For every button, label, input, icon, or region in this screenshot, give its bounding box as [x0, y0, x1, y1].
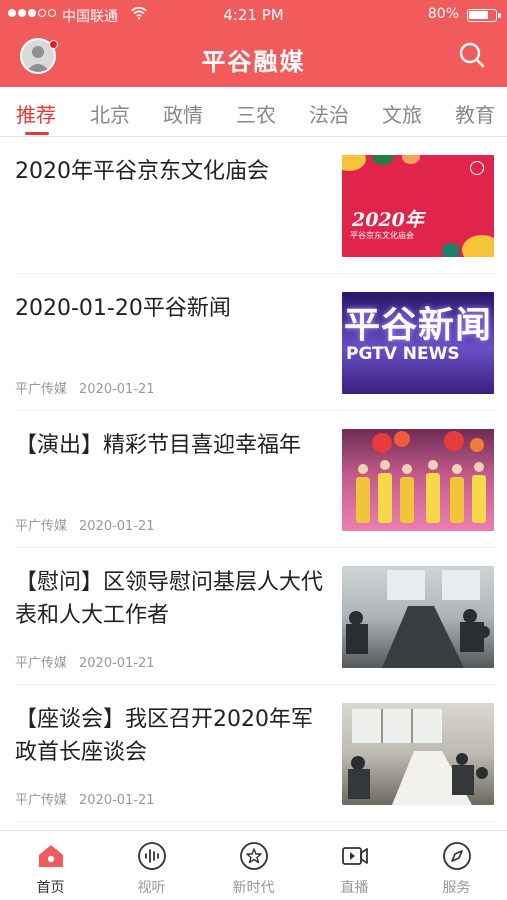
tab-agriculture[interactable]: 三农: [236, 99, 276, 128]
audio-icon: [138, 842, 166, 870]
news-item[interactable]: 2020年平谷京东文化庙会 2020年 平谷京东文化庙会: [0, 137, 507, 274]
news-item[interactable]: 【慰问】区领导慰问基层人大代表和人大工作者 平广传媒 2020-01-21: [0, 548, 507, 685]
nav-label: 服务: [442, 880, 471, 896]
news-source: 平广传媒: [15, 793, 68, 808]
bottom-nav: 首页 视听 新时代 直播 服务: [0, 830, 507, 900]
search-icon[interactable]: [457, 40, 487, 70]
app-header: 中国联通 4:21 PM 80% 平谷融媒: [0, 0, 507, 87]
thumb-subcaption: PGTV NEWS: [346, 344, 460, 364]
logo-icon: [470, 161, 484, 175]
news-title: 2020年平谷京东文化庙会: [15, 159, 269, 184]
news-source: 平广传媒: [15, 656, 68, 671]
tab-active-indicator: [25, 132, 49, 135]
star-icon: [240, 842, 268, 870]
news-thumbnail: [342, 566, 494, 668]
meeting-photo: [346, 570, 490, 668]
status-bar: 中国联通 4:21 PM 80%: [0, 0, 507, 32]
news-item[interactable]: 【座谈会】我区召开2020年军政首长座谈会 平广传媒 2020-01-21: [0, 685, 507, 822]
news-title: 【座谈会】我区召开2020年军政首长座谈会: [15, 707, 313, 765]
tab-law[interactable]: 法治: [309, 99, 349, 128]
tab-politics[interactable]: 政情: [163, 99, 203, 128]
news-item[interactable]: 【演出】精彩节目喜迎幸福年 平广传媒 2020-01-21: [0, 411, 507, 548]
page-title: 平谷融媒: [201, 48, 306, 76]
tab-recommend[interactable]: 推荐: [16, 99, 56, 128]
news-title: 【慰问】区领导慰问基层人大代表和人大工作者: [15, 570, 324, 628]
nav-new-era[interactable]: 新时代: [203, 831, 304, 900]
news-thumbnail: [342, 703, 494, 805]
news-meta: 平广传媒 2020-01-21: [15, 515, 155, 534]
meeting-photo: [348, 709, 488, 805]
news-thumbnail: 平谷新闻 PGTV NEWS: [342, 292, 494, 394]
nav-services[interactable]: 服务: [406, 831, 507, 900]
tab-culture-travel[interactable]: 文旅: [382, 99, 422, 128]
performance-photo: [356, 431, 486, 523]
news-title: 2020-01-20平谷新闻: [15, 296, 231, 321]
home-icon: [39, 845, 63, 867]
nav-label: 首页: [36, 880, 65, 896]
nav-live[interactable]: 直播: [304, 831, 405, 900]
live-video-icon: [342, 847, 368, 865]
news-thumbnail: [342, 429, 494, 531]
thumb-caption: 平谷新闻: [344, 305, 493, 346]
news-title: 【演出】精彩节目喜迎幸福年: [15, 433, 302, 458]
nav-home[interactable]: 首页: [0, 831, 101, 900]
thumb-caption: 2020年: [352, 209, 424, 231]
news-source: 平广传媒: [15, 382, 68, 397]
news-date: 2020-01-21: [79, 656, 155, 671]
news-meta: 平广传媒 2020-01-21: [15, 789, 155, 808]
divider: [15, 821, 495, 822]
battery-icon: [467, 9, 501, 22]
tab-education[interactable]: 教育: [455, 99, 495, 128]
category-tabs: 推荐 北京 政情 三农 法治 文旅 教育: [0, 87, 507, 137]
news-thumbnail: 2020年 平谷京东文化庙会: [342, 155, 494, 257]
news-item[interactable]: 2020-01-20平谷新闻 平广传媒 2020-01-21 平谷新闻 PGTV …: [0, 274, 507, 411]
news-meta: 平广传媒 2020-01-21: [15, 378, 155, 397]
tab-beijing[interactable]: 北京: [90, 99, 130, 128]
thumb-subcaption: 平谷京东文化庙会: [350, 231, 414, 240]
compass-icon: [443, 842, 471, 870]
news-date: 2020-01-21: [79, 519, 155, 534]
news-date: 2020-01-21: [79, 382, 155, 397]
news-meta: 平广传媒 2020-01-21: [15, 652, 155, 671]
nav-label: 视听: [137, 880, 166, 896]
news-source: 平广传媒: [15, 519, 68, 534]
battery-percent: 80%: [427, 6, 459, 22]
nav-label: 新时代: [232, 880, 275, 896]
nav-audio-video[interactable]: 视听: [101, 831, 202, 900]
nav-label: 直播: [340, 880, 369, 896]
news-date: 2020-01-21: [79, 793, 155, 808]
